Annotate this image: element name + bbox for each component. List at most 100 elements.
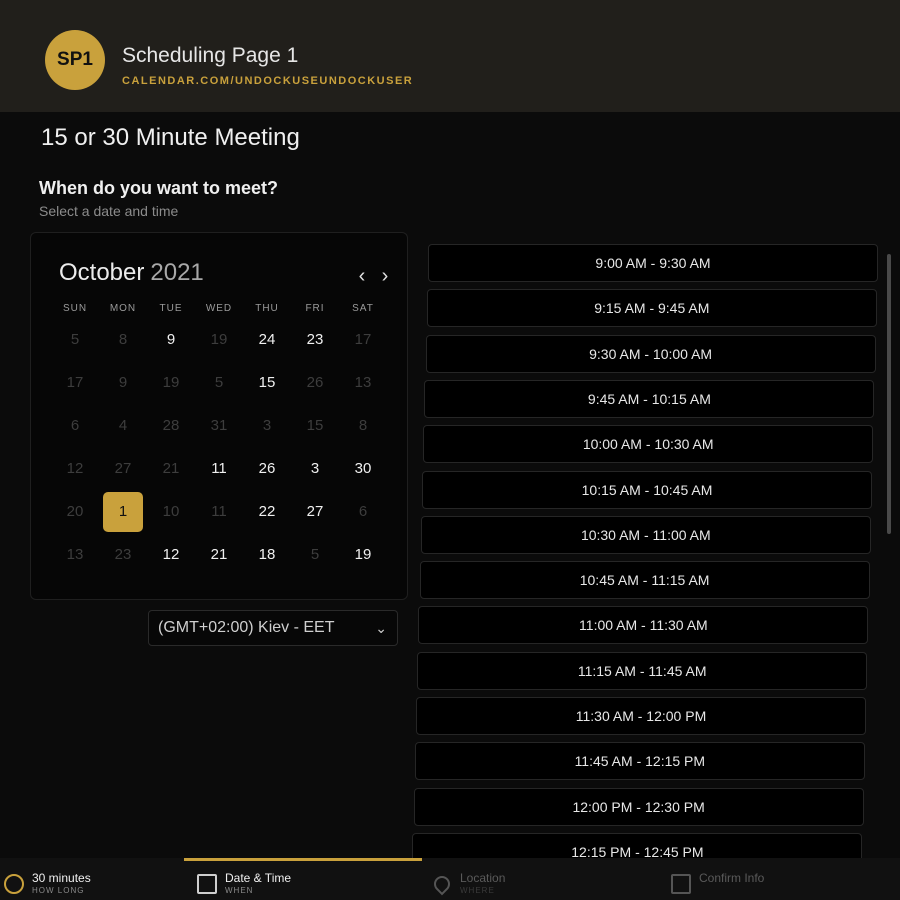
calendar-day[interactable]: 18: [243, 534, 291, 576]
time-slot-button[interactable]: 9:45 AM - 10:15 AM: [424, 379, 875, 418]
calendar-day: 6: [51, 405, 99, 447]
calendar-day[interactable]: 15: [243, 362, 291, 404]
calendar-day-number: 8: [118, 331, 128, 348]
calendar-day: 5: [291, 534, 339, 576]
calendar-day[interactable]: 22: [243, 491, 291, 533]
calendar-day: 8: [339, 405, 387, 447]
weekday-label: MON: [109, 303, 137, 314]
meeting-title: 15 or 30 Minute Meeting: [41, 124, 300, 151]
calendar-day-number: 11: [211, 503, 227, 520]
calendar-day-number: 17: [354, 331, 372, 348]
avatar: SP1: [45, 30, 105, 90]
time-slot-button[interactable]: 11:30 AM - 12:00 PM: [416, 697, 866, 735]
time-slot-button[interactable]: 10:00 AM - 10:30 AM: [423, 425, 874, 464]
time-slot-button[interactable]: 11:15 AM - 11:45 AM: [417, 651, 868, 690]
calendar-day-number: 23: [306, 331, 324, 348]
calendar-day[interactable]: 11: [195, 448, 243, 490]
calendar-icon: [197, 874, 217, 894]
calendar-day-number: 27: [306, 503, 324, 520]
weekday-label: WED: [205, 303, 233, 314]
calendar-day-number: 17: [66, 374, 84, 391]
calendar-day: 6: [339, 491, 387, 533]
weekday-label: SUN: [62, 303, 88, 314]
step-progress-indicator: [184, 858, 422, 861]
timezone-select[interactable]: (GMT+02:00) Kiev - EET ⌄: [148, 610, 398, 646]
calendar-day-number: 6: [70, 417, 80, 434]
calendar-day-number: 26: [258, 460, 276, 477]
calendar-day: 15: [291, 405, 339, 447]
calendar-week-row: 17 9 19 5 15 26 13: [51, 362, 387, 404]
calendar-day[interactable]: 26: [243, 448, 291, 490]
time-slot-button[interactable]: 9:00 AM - 9:30 AM: [428, 244, 878, 282]
calendar-day[interactable]: 3: [291, 448, 339, 490]
scheduling-page-url[interactable]: CALENDAR.COM/UNDOCKUSEUNDOCKUSER: [122, 75, 413, 87]
calendar-day: 23: [99, 534, 147, 576]
booking-steps-bar: 30 minutes HOW LONG Date & Time WHEN Loc…: [0, 858, 900, 900]
calendar-day-number: 9: [118, 374, 128, 391]
weekday-label: TUE: [159, 303, 183, 314]
weekday-header: SUN MON TUE WED THU FRI SAT: [51, 303, 387, 314]
slot-list-scrollbar[interactable]: [887, 254, 891, 534]
calendar-day-number: 1: [103, 492, 143, 532]
calendar-day[interactable]: 21: [195, 534, 243, 576]
year-label: 2021: [150, 259, 204, 286]
time-slot-button[interactable]: 11:45 AM - 12:15 PM: [414, 742, 865, 781]
calendar-day[interactable]: 23: [291, 319, 339, 361]
calendar-day: 4: [99, 405, 147, 447]
step-location-label: Location: [460, 871, 506, 885]
calendar-week-row: 12 27 21 11 26 3 30: [51, 448, 387, 490]
time-slot-button[interactable]: 12:00 PM - 12:30 PM: [413, 787, 864, 826]
weekday-label: THU: [255, 303, 279, 314]
header-bar: SP1 Scheduling Page 1 CALENDAR.COM/UNDOC…: [0, 0, 900, 112]
calendar-day: 27: [99, 448, 147, 490]
calendar-day[interactable]: 19: [339, 534, 387, 576]
calendar-widget: October 2021 ‹ › SUN MON TUE WED THU FRI SAT 58…: [30, 232, 408, 600]
calendar-day-number: 15: [306, 417, 324, 434]
step-date-time-label: Date & Time: [225, 871, 292, 885]
time-slot-list: 9:00 AM - 9:30 AM 9:15 AM - 9:45 AM 9:30 A…: [412, 244, 880, 871]
next-month-button[interactable]: ›: [376, 266, 394, 286]
calendar-day: 3: [243, 405, 291, 447]
clock-icon: [4, 874, 24, 894]
step-duration-label: 30 minutes: [32, 871, 91, 885]
calendar-day-number: 10: [162, 503, 180, 520]
time-slot-button[interactable]: 11:00 AM - 11:30 AM: [418, 606, 869, 645]
calendar-day: 21: [147, 448, 195, 490]
calendar-day: 31: [195, 405, 243, 447]
time-slot-button[interactable]: 10:15 AM - 10:45 AM: [422, 470, 872, 509]
calendar-day: 19: [147, 362, 195, 404]
time-slot-button[interactable]: 9:30 AM - 10:00 AM: [425, 334, 876, 373]
calendar-day-number: 21: [162, 460, 180, 477]
previous-month-button[interactable]: ‹: [353, 266, 371, 286]
calendar-day: 17: [51, 362, 99, 404]
calendar-day[interactable]: 9: [147, 319, 195, 361]
weekday-label: FRI: [305, 303, 325, 314]
calendar-day: 26: [291, 362, 339, 404]
calendar-day-selected[interactable]: 1: [99, 491, 147, 533]
calendar-week-row: 5 8 9 19 24 23 17: [51, 319, 387, 361]
calendar-day: 13: [339, 362, 387, 404]
calendar-day[interactable]: 27: [291, 491, 339, 533]
time-slot-button[interactable]: 10:30 AM - 11:00 AM: [420, 515, 871, 554]
time-slot-button[interactable]: 10:45 AM - 11:15 AM: [419, 561, 870, 600]
calendar-day-number: 26: [306, 374, 324, 391]
calendar-day-number: 24: [258, 331, 276, 348]
calendar-day-number: 30: [354, 460, 372, 477]
calendar-day-number: 6: [358, 503, 368, 520]
calendar-day-number: 3: [262, 417, 272, 434]
calendar-day: 28: [147, 405, 195, 447]
calendar-day[interactable]: 30: [339, 448, 387, 490]
calendar-day-number: 23: [114, 546, 132, 563]
calendar-day-number: 19: [354, 546, 372, 563]
step-confirm-label: Confirm Info: [699, 871, 765, 885]
calendar-day-number: 13: [66, 546, 84, 563]
step-date-time-sub: WHEN: [225, 886, 254, 895]
chevron-down-icon: ⌄: [375, 619, 387, 636]
time-slot-button[interactable]: 9:15 AM - 9:45 AM: [426, 289, 877, 328]
step-duration-sub: HOW LONG: [32, 886, 85, 895]
calendar-day-number: 12: [162, 546, 180, 563]
calendar-day[interactable]: 12: [147, 534, 195, 576]
calendar-day-number: 12: [66, 460, 84, 477]
calendar-day-number: 27: [114, 460, 132, 477]
calendar-day[interactable]: 24: [243, 319, 291, 361]
